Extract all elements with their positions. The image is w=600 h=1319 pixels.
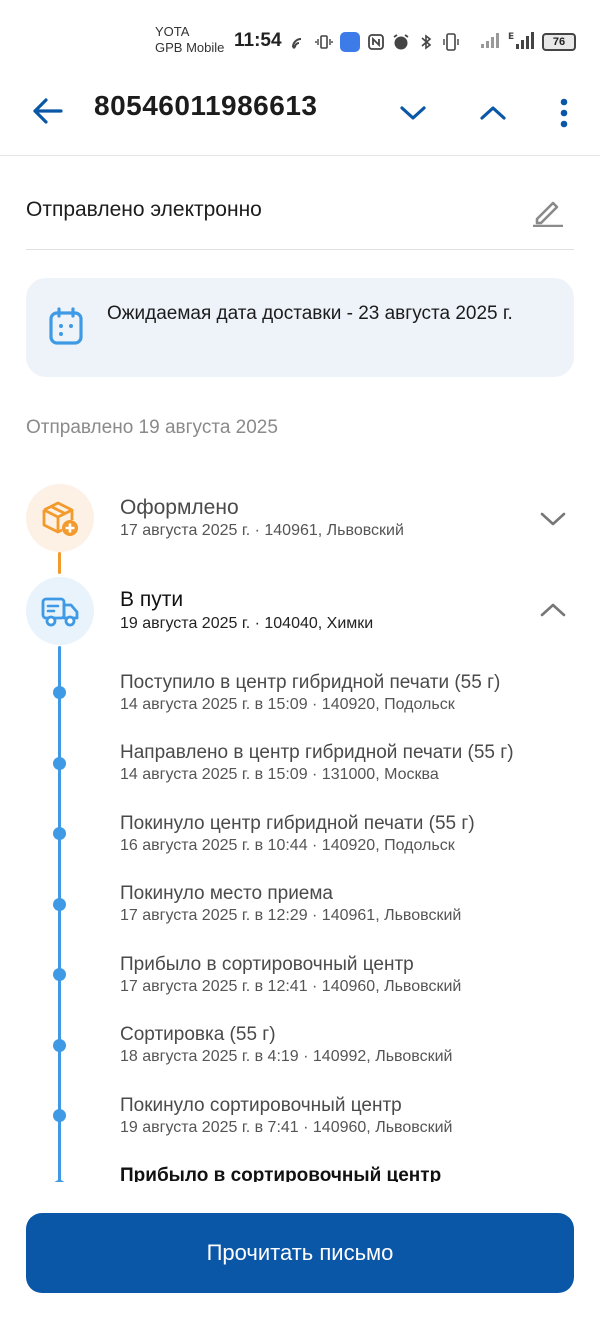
stage-in-transit-title: В пути	[120, 588, 184, 611]
tracking-event-subtitle: 14 августа 2025 г. в 15:09 · 131000, Мос…	[120, 766, 439, 783]
status-right: E 76	[480, 30, 576, 54]
carrier-name: YOTA GPB Mobile	[155, 24, 224, 56]
tracking-event: Прибыло в сортировочный центр 17 августа…	[120, 953, 590, 997]
stage-registered[interactable]: Оформлено 17 августа 2025 г. · 140961, Л…	[0, 484, 600, 558]
tracking-event-title: Сортировка (55 г)	[120, 1024, 276, 1045]
tracking-event-title: Прибыло в сортировочный центр	[120, 954, 414, 975]
tracking-event: Сортировка (55 г) 18 августа 2025 г. в 4…	[120, 1023, 590, 1067]
carrier-line-1: YOTA	[155, 24, 190, 39]
stage-in-transit-icon-wrap	[26, 577, 94, 645]
expected-delivery-text: Ожидаемая дата доставки - 23 августа 202…	[107, 303, 513, 324]
tracking-event: Покинуло сортировочный центр 19 августа …	[120, 1094, 590, 1138]
tracking-event-subtitle: 14 августа 2025 г. в 15:09 · 140920, Под…	[120, 696, 455, 713]
timeline-dot	[53, 827, 66, 840]
alarm-icon	[392, 33, 410, 51]
signal-strength-icon	[480, 31, 502, 53]
tracking-event: Покинуло центр гибридной печати (55 г) 1…	[120, 812, 590, 856]
tracking-event-title: Поступило в центр гибридной печати (55 г…	[120, 672, 501, 693]
svg-text:E: E	[508, 32, 514, 42]
nfc-icon	[367, 33, 385, 51]
battery-indicator: 76	[542, 33, 576, 51]
bluetooth-icon	[417, 33, 435, 51]
chevron-down-icon	[400, 106, 426, 120]
tracking-event-title: Покинуло центр гибридной печати (55 г)	[120, 813, 475, 834]
status-icons	[290, 30, 460, 54]
sent-date-label: Отправлено 19 августа 2025	[26, 417, 278, 438]
tracking-event-title: Покинуло сортировочный центр	[120, 1095, 402, 1116]
more-options-button[interactable]	[546, 92, 582, 134]
tracking-event-subtitle: 19 августа 2025 г. в 7:41 · 140960, Льво…	[120, 1119, 453, 1136]
timeline-dot	[53, 686, 66, 699]
expand-stage-registered-button[interactable]	[536, 502, 570, 536]
stage-registered-title: Оформлено	[120, 496, 239, 519]
sent-method-title: Отправлено электронно	[26, 198, 262, 221]
pencil-icon	[533, 201, 563, 227]
tracking-event-subtitle: 17 августа 2025 г. в 12:41 · 140960, Льв…	[120, 978, 462, 995]
tracking-event: Направлено в центр гибридной печати (55 …	[120, 741, 590, 785]
tracking-event-title: Покинуло место приема	[120, 883, 333, 904]
tracking-number: 80546011986613	[94, 90, 318, 121]
previous-item-button[interactable]	[472, 92, 514, 134]
timeline-dot	[53, 898, 66, 911]
arrow-left-icon	[33, 98, 63, 124]
tracking-event-subtitle: 16 августа 2025 г. в 10:44 · 140920, Под…	[120, 837, 455, 854]
chevron-up-icon	[480, 106, 506, 120]
expected-delivery-card: Ожидаемая дата доставки - 23 августа 202…	[26, 278, 574, 377]
timeline-dot	[53, 968, 66, 981]
edit-button[interactable]	[528, 192, 568, 232]
carrier-line-2: GPB Mobile	[155, 40, 225, 55]
next-item-button[interactable]	[392, 92, 434, 134]
timeline-dot	[53, 1039, 66, 1052]
stage-in-transit-subtitle: 19 августа 2025 г. · 104040, Химки	[120, 615, 374, 632]
stage-in-transit[interactable]: В пути 19 августа 2025 г. · 104040, Химк…	[0, 577, 600, 651]
truck-icon	[41, 597, 79, 627]
timeline-dot	[53, 757, 66, 770]
back-button[interactable]	[26, 90, 68, 132]
tracking-event: Поступило в центр гибридной печати (55 г…	[120, 671, 590, 715]
more-vertical-icon	[560, 98, 568, 128]
stage-registered-subtitle: 17 августа 2025 г. · 140961, Львовский	[120, 522, 404, 540]
wifi-signal-icon	[290, 33, 308, 51]
tracking-event: Покинуло место приема 17 августа 2025 г.…	[120, 882, 590, 926]
stage-registered-subtitle-text: 17 августа 2025 г. · 140961, Львовский	[120, 522, 404, 539]
sent-method-row: Отправлено электронно	[26, 176, 574, 250]
timeline-connector-orange	[58, 552, 61, 574]
status-time: 11:54	[234, 30, 282, 51]
status-bar: YOTA GPB Mobile 11:54 E 76	[0, 0, 600, 70]
phone-vibrate-icon	[442, 33, 460, 51]
chevron-down-icon	[540, 512, 566, 526]
calendar-icon	[49, 307, 83, 345]
tracking-event-title: Направлено в центр гибридной печати (55 …	[120, 742, 514, 763]
app-bar: 80546011986613	[0, 70, 600, 156]
app-notification-icon	[340, 32, 360, 52]
signal-strength-e-icon: E	[508, 30, 536, 54]
tracking-event-subtitle: 17 августа 2025 г. в 12:29 · 140961, Льв…	[120, 907, 462, 924]
stage-registered-icon-wrap	[26, 484, 94, 552]
timeline-connector-blue	[58, 646, 61, 1186]
collapse-stage-in-transit-button[interactable]	[536, 593, 570, 627]
vibrate-icon	[315, 33, 333, 51]
chevron-up-icon	[540, 603, 566, 617]
read-letter-button[interactable]: Прочитать письмо	[26, 1213, 574, 1293]
package-plus-icon	[42, 501, 78, 536]
timeline-dot	[53, 1109, 66, 1122]
tracking-event-subtitle: 18 августа 2025 г. в 4:19 · 140992, Льво…	[120, 1048, 453, 1065]
